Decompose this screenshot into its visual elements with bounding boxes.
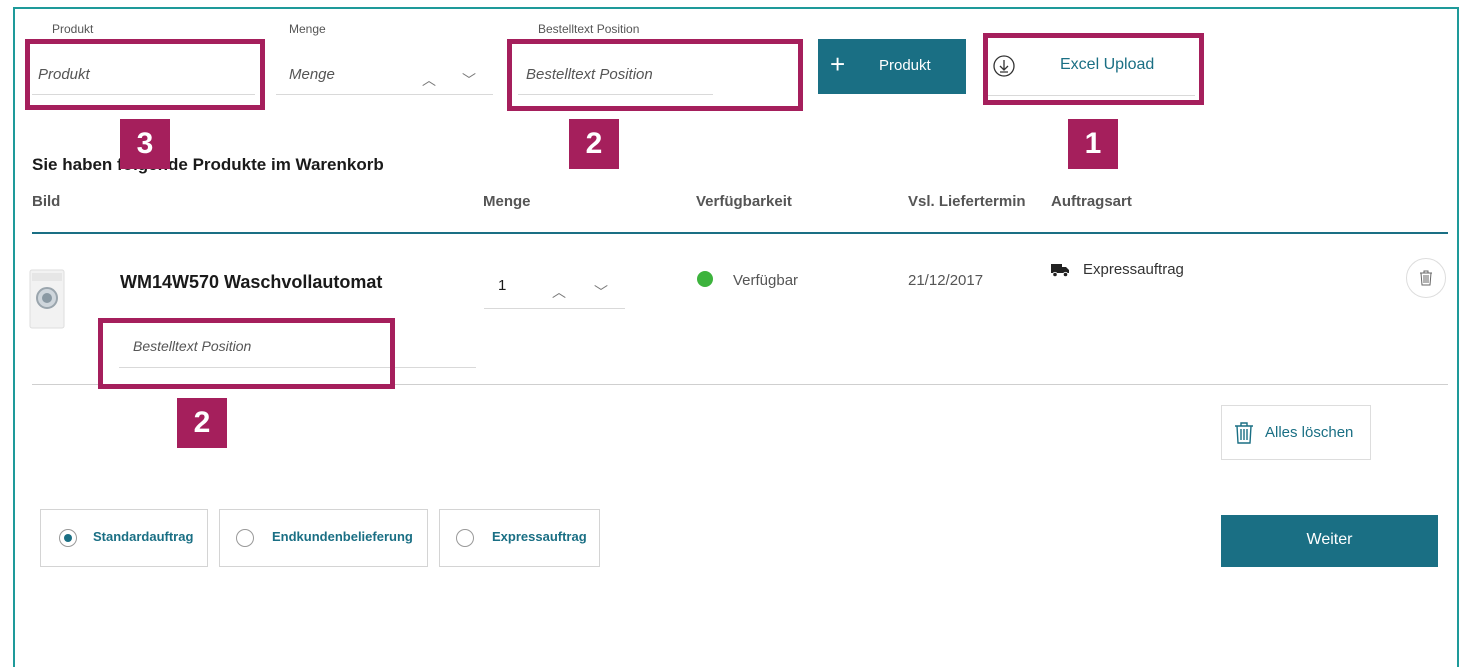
order-type-standard[interactable]: Standardauftrag	[40, 509, 208, 567]
next-label: Weiter	[1306, 531, 1353, 548]
menge-input[interactable]: Menge	[276, 58, 493, 95]
order-type-express[interactable]: Expressauftrag	[439, 509, 600, 567]
add-product-button[interactable]: + Produkt	[818, 39, 966, 94]
annotation-box-bestelltext	[507, 39, 803, 111]
next-button[interactable]: Weiter	[1221, 515, 1438, 567]
trash-icon	[1235, 422, 1253, 444]
chevron-down-icon[interactable]: ﹀	[462, 70, 476, 90]
availability-dot	[697, 271, 713, 287]
annotation-box-produkt	[25, 39, 265, 110]
item-quantity-stepper[interactable]: 1 ︿ ﹀	[484, 262, 625, 309]
product-name[interactable]: WM14W570 Waschvollautomat	[120, 272, 382, 293]
annotation-number: 2	[177, 398, 227, 448]
produkt-label: Produkt	[52, 22, 94, 36]
annotation-number: 2	[569, 119, 619, 169]
column-header-bild: Bild	[32, 193, 61, 210]
annotation-number: 3	[120, 119, 170, 169]
truck-icon	[1051, 264, 1069, 277]
delete-all-label: Alles löschen	[1265, 424, 1354, 441]
column-header-menge: Menge	[483, 193, 531, 210]
chevron-down-icon[interactable]: ﹀	[594, 282, 608, 302]
chevron-up-icon[interactable]: ︿	[422, 70, 436, 90]
bestelltext-label: Bestelltext Position	[538, 22, 640, 36]
delete-item-button[interactable]	[1406, 258, 1446, 298]
order-type-value: Expressauftrag	[1083, 261, 1184, 278]
item-quantity-value: 1	[498, 277, 507, 294]
annotation-box-excel-upload	[983, 33, 1204, 105]
delivery-date: 21/12/2017	[908, 272, 984, 289]
order-type-standard-label: Standardauftrag	[93, 529, 194, 544]
annotation-box-item-bestelltext	[98, 318, 395, 389]
menge-label: Menge	[289, 22, 326, 36]
order-type-endkunden-label: Endkundenbelieferung	[272, 529, 413, 544]
order-type-endkunden[interactable]: Endkundenbelieferung	[219, 509, 428, 567]
column-header-liefertermin: Vsl. Liefertermin	[908, 193, 1026, 210]
radio-endkunden[interactable]	[236, 529, 254, 547]
menge-placeholder: Menge	[289, 66, 335, 83]
column-header-verfuegbarkeit: Verfügbarkeit	[696, 193, 792, 210]
column-header-auftragsart: Auftragsart	[1051, 193, 1132, 210]
product-image	[26, 268, 68, 330]
add-product-label: Produkt	[879, 57, 931, 74]
annotation-number: 1	[1068, 119, 1118, 169]
availability-status: Verfügbar	[733, 272, 799, 289]
header-divider	[32, 232, 1448, 234]
order-type-express-label: Expressauftrag	[492, 529, 587, 544]
cart-heading: Sie haben folgende Produkte im Warenkorb	[32, 155, 384, 174]
trash-icon	[1420, 270, 1432, 286]
radio-standard[interactable]	[59, 529, 77, 547]
chevron-up-icon[interactable]: ︿	[552, 282, 566, 302]
radio-express[interactable]	[456, 529, 474, 547]
delete-all-button[interactable]: Alles löschen	[1221, 405, 1371, 460]
plus-icon: +	[830, 49, 846, 79]
